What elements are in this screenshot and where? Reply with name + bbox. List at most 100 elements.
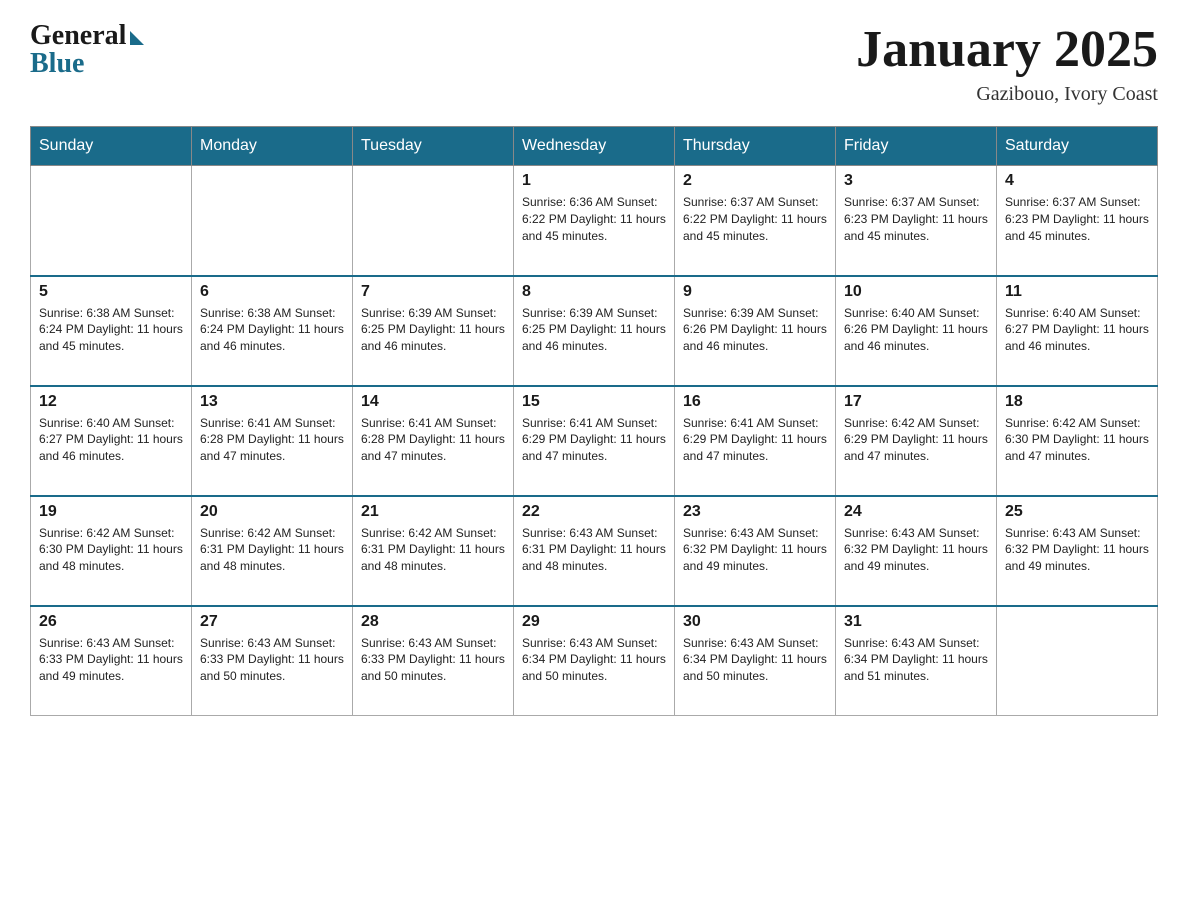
day-info: Sunrise: 6:42 AM Sunset: 6:29 PM Dayligh… xyxy=(844,415,988,465)
day-info: Sunrise: 6:43 AM Sunset: 6:34 PM Dayligh… xyxy=(522,635,666,685)
calendar-cell: 25 Sunrise: 6:43 AM Sunset: 6:32 PM Dayli… xyxy=(997,496,1158,606)
calendar-header-friday: Friday xyxy=(836,127,997,166)
day-info: Sunrise: 6:37 AM Sunset: 6:23 PM Dayligh… xyxy=(844,194,988,244)
calendar-header-wednesday: Wednesday xyxy=(514,127,675,166)
day-info: Sunrise: 6:43 AM Sunset: 6:34 PM Dayligh… xyxy=(844,635,988,685)
calendar-cell xyxy=(997,606,1158,716)
day-number: 25 xyxy=(1005,503,1149,521)
calendar-cell: 3Sunrise: 6:37 AM Sunset: 6:23 PM Daylig… xyxy=(836,166,997,276)
page-header: General Blue January 2025 Gazibouo, Ivor… xyxy=(30,20,1158,106)
calendar-header-thursday: Thursday xyxy=(675,127,836,166)
calendar-cell: 21 Sunrise: 6:42 AM Sunset: 6:31 PM Dayli… xyxy=(353,496,514,606)
calendar-table: SundayMondayTuesdayWednesdayThursdayFrid… xyxy=(30,126,1158,716)
day-number: 16 xyxy=(683,393,827,411)
logo-blue-text: Blue xyxy=(30,48,84,80)
day-number: 28 xyxy=(361,613,505,631)
calendar-cell: 26 Sunrise: 6:43 AM Sunset: 6:33 PM Dayli… xyxy=(31,606,192,716)
day-info: Sunrise: 6:42 AM Sunset: 6:31 PM Dayligh… xyxy=(361,525,505,575)
day-number: 15 xyxy=(522,393,666,411)
day-info: Sunrise: 6:39 AM Sunset: 6:25 PM Dayligh… xyxy=(361,305,505,355)
calendar-cell: 13 Sunrise: 6:41 AM Sunset: 6:28 PM Dayli… xyxy=(192,386,353,496)
calendar-header-row: SundayMondayTuesdayWednesdayThursdayFrid… xyxy=(31,127,1158,166)
calendar-cell: 28Sunrise: 6:43 AM Sunset: 6:33 PM Dayli… xyxy=(353,606,514,716)
calendar-cell xyxy=(353,166,514,276)
day-info: Sunrise: 6:43 AM Sunset: 6:33 PM Dayligh… xyxy=(39,635,183,685)
day-number: 31 xyxy=(844,613,988,631)
day-info: Sunrise: 6:41 AM Sunset: 6:28 PM Dayligh… xyxy=(200,415,344,465)
day-info: Sunrise: 6:43 AM Sunset: 6:34 PM Dayligh… xyxy=(683,635,827,685)
calendar-week-1: 1Sunrise: 6:36 AM Sunset: 6:22 PM Daylig… xyxy=(31,166,1158,276)
day-number: 12 xyxy=(39,393,183,411)
calendar-cell: 9Sunrise: 6:39 AM Sunset: 6:26 PM Daylig… xyxy=(675,276,836,386)
calendar-cell: 16 Sunrise: 6:41 AM Sunset: 6:29 PM Dayli… xyxy=(675,386,836,496)
day-number: 21 xyxy=(361,503,505,521)
day-number: 22 xyxy=(522,503,666,521)
day-number: 18 xyxy=(1005,393,1149,411)
calendar-week-5: 26 Sunrise: 6:43 AM Sunset: 6:33 PM Dayli… xyxy=(31,606,1158,716)
calendar-cell: 29 Sunrise: 6:43 AM Sunset: 6:34 PM Dayli… xyxy=(514,606,675,716)
day-number: 13 xyxy=(200,393,344,411)
calendar-cell xyxy=(192,166,353,276)
calendar-cell: 4 Sunrise: 6:37 AM Sunset: 6:23 PM Daylig… xyxy=(997,166,1158,276)
calendar-header-saturday: Saturday xyxy=(997,127,1158,166)
day-info: Sunrise: 6:40 AM Sunset: 6:27 PM Dayligh… xyxy=(1005,305,1149,355)
calendar-cell: 6 Sunrise: 6:38 AM Sunset: 6:24 PM Daylig… xyxy=(192,276,353,386)
calendar-header-sunday: Sunday xyxy=(31,127,192,166)
calendar-header-monday: Monday xyxy=(192,127,353,166)
day-number: 24 xyxy=(844,503,988,521)
day-info: Sunrise: 6:41 AM Sunset: 6:29 PM Dayligh… xyxy=(522,415,666,465)
calendar-cell xyxy=(31,166,192,276)
day-number: 20 xyxy=(200,503,344,521)
day-info: Sunrise: 6:43 AM Sunset: 6:31 PM Dayligh… xyxy=(522,525,666,575)
calendar-cell: 31 Sunrise: 6:43 AM Sunset: 6:34 PM Dayli… xyxy=(836,606,997,716)
day-number: 29 xyxy=(522,613,666,631)
calendar-header-tuesday: Tuesday xyxy=(353,127,514,166)
calendar-cell: 18 Sunrise: 6:42 AM Sunset: 6:30 PM Dayli… xyxy=(997,386,1158,496)
day-number: 6 xyxy=(200,283,344,301)
day-info: Sunrise: 6:39 AM Sunset: 6:26 PM Dayligh… xyxy=(683,305,827,355)
day-info: Sunrise: 6:41 AM Sunset: 6:28 PM Dayligh… xyxy=(361,415,505,465)
logo-arrow-icon xyxy=(130,31,144,45)
day-number: 10 xyxy=(844,283,988,301)
calendar-week-3: 12Sunrise: 6:40 AM Sunset: 6:27 PM Dayli… xyxy=(31,386,1158,496)
calendar-cell: 12Sunrise: 6:40 AM Sunset: 6:27 PM Dayli… xyxy=(31,386,192,496)
calendar-cell: 10 Sunrise: 6:40 AM Sunset: 6:26 PM Dayli… xyxy=(836,276,997,386)
calendar-cell: 1Sunrise: 6:36 AM Sunset: 6:22 PM Daylig… xyxy=(514,166,675,276)
day-number: 5 xyxy=(39,283,183,301)
day-number: 4 xyxy=(1005,172,1149,190)
calendar-week-4: 19 Sunrise: 6:42 AM Sunset: 6:30 PM Dayli… xyxy=(31,496,1158,606)
calendar-cell: 30Sunrise: 6:43 AM Sunset: 6:34 PM Dayli… xyxy=(675,606,836,716)
calendar-week-2: 5 Sunrise: 6:38 AM Sunset: 6:24 PM Daylig… xyxy=(31,276,1158,386)
day-number: 8 xyxy=(522,283,666,301)
logo: General Blue xyxy=(30,20,144,80)
calendar-cell: 11 Sunrise: 6:40 AM Sunset: 6:27 PM Dayli… xyxy=(997,276,1158,386)
day-info: Sunrise: 6:41 AM Sunset: 6:29 PM Dayligh… xyxy=(683,415,827,465)
calendar-cell: 24Sunrise: 6:43 AM Sunset: 6:32 PM Dayli… xyxy=(836,496,997,606)
day-info: Sunrise: 6:38 AM Sunset: 6:24 PM Dayligh… xyxy=(39,305,183,355)
day-number: 23 xyxy=(683,503,827,521)
day-info: Sunrise: 6:43 AM Sunset: 6:32 PM Dayligh… xyxy=(1005,525,1149,575)
day-number: 7 xyxy=(361,283,505,301)
day-number: 19 xyxy=(39,503,183,521)
calendar-cell: 5 Sunrise: 6:38 AM Sunset: 6:24 PM Daylig… xyxy=(31,276,192,386)
day-info: Sunrise: 6:42 AM Sunset: 6:30 PM Dayligh… xyxy=(39,525,183,575)
day-info: Sunrise: 6:37 AM Sunset: 6:22 PM Dayligh… xyxy=(683,194,827,244)
day-number: 11 xyxy=(1005,283,1149,301)
day-info: Sunrise: 6:43 AM Sunset: 6:33 PM Dayligh… xyxy=(200,635,344,685)
day-info: Sunrise: 6:42 AM Sunset: 6:30 PM Dayligh… xyxy=(1005,415,1149,465)
day-info: Sunrise: 6:39 AM Sunset: 6:25 PM Dayligh… xyxy=(522,305,666,355)
day-info: Sunrise: 6:38 AM Sunset: 6:24 PM Dayligh… xyxy=(200,305,344,355)
calendar-cell: 22 Sunrise: 6:43 AM Sunset: 6:31 PM Dayli… xyxy=(514,496,675,606)
day-info: Sunrise: 6:43 AM Sunset: 6:32 PM Dayligh… xyxy=(683,525,827,575)
day-number: 26 xyxy=(39,613,183,631)
month-title: January 2025 xyxy=(856,20,1158,79)
calendar-cell: 23 Sunrise: 6:43 AM Sunset: 6:32 PM Dayli… xyxy=(675,496,836,606)
day-info: Sunrise: 6:40 AM Sunset: 6:26 PM Dayligh… xyxy=(844,305,988,355)
title-section: January 2025 Gazibouo, Ivory Coast xyxy=(856,20,1158,106)
day-number: 27 xyxy=(200,613,344,631)
calendar-cell: 14Sunrise: 6:41 AM Sunset: 6:28 PM Dayli… xyxy=(353,386,514,496)
calendar-cell: 15 Sunrise: 6:41 AM Sunset: 6:29 PM Dayli… xyxy=(514,386,675,496)
day-number: 2 xyxy=(683,172,827,190)
day-info: Sunrise: 6:42 AM Sunset: 6:31 PM Dayligh… xyxy=(200,525,344,575)
day-info: Sunrise: 6:37 AM Sunset: 6:23 PM Dayligh… xyxy=(1005,194,1149,244)
